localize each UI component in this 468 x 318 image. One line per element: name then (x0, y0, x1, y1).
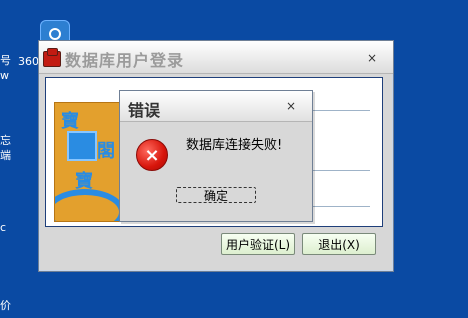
banner-char-top: 寶 (61, 111, 79, 132)
desktop-text-6: c (0, 221, 7, 234)
login-window-titlebar[interactable]: 数据库用户登录 × (39, 41, 393, 74)
login-window-close-button[interactable]: × (363, 51, 381, 65)
desktop-text-3: w (0, 69, 9, 82)
error-dialog: 错误 × × 数据库连接失败! 确定 (119, 90, 313, 222)
close-icon: × (366, 51, 378, 65)
banner-ring (55, 189, 125, 221)
error-icon: × (136, 139, 168, 171)
desktop-text-1: 号 (0, 54, 11, 67)
banner-blue-square (67, 131, 97, 161)
login-window-title: 数据库用户登录 (65, 51, 185, 70)
app-icon (43, 48, 61, 67)
login-banner-image: 寶 閣 寶 (54, 102, 126, 222)
desktop-text-7: 价 (0, 299, 11, 312)
error-message: 数据库连接失败! (186, 138, 283, 153)
error-dialog-close-button[interactable]: × (282, 99, 300, 113)
ok-button[interactable]: 确定 (176, 187, 256, 203)
desktop-text-2: 360 (18, 55, 39, 68)
desktop-text-5: 端 (0, 149, 11, 162)
banner-char-right: 閣 (97, 141, 115, 162)
close-icon: × (285, 99, 297, 113)
user-verify-button[interactable]: 用户验证(L) (221, 233, 295, 255)
error-dialog-title: 错误 (128, 101, 161, 120)
exit-button[interactable]: 退出(X) (302, 233, 376, 255)
desktop-text-4: 忘 (0, 134, 11, 147)
error-dialog-titlebar[interactable]: 错误 × (120, 91, 312, 122)
